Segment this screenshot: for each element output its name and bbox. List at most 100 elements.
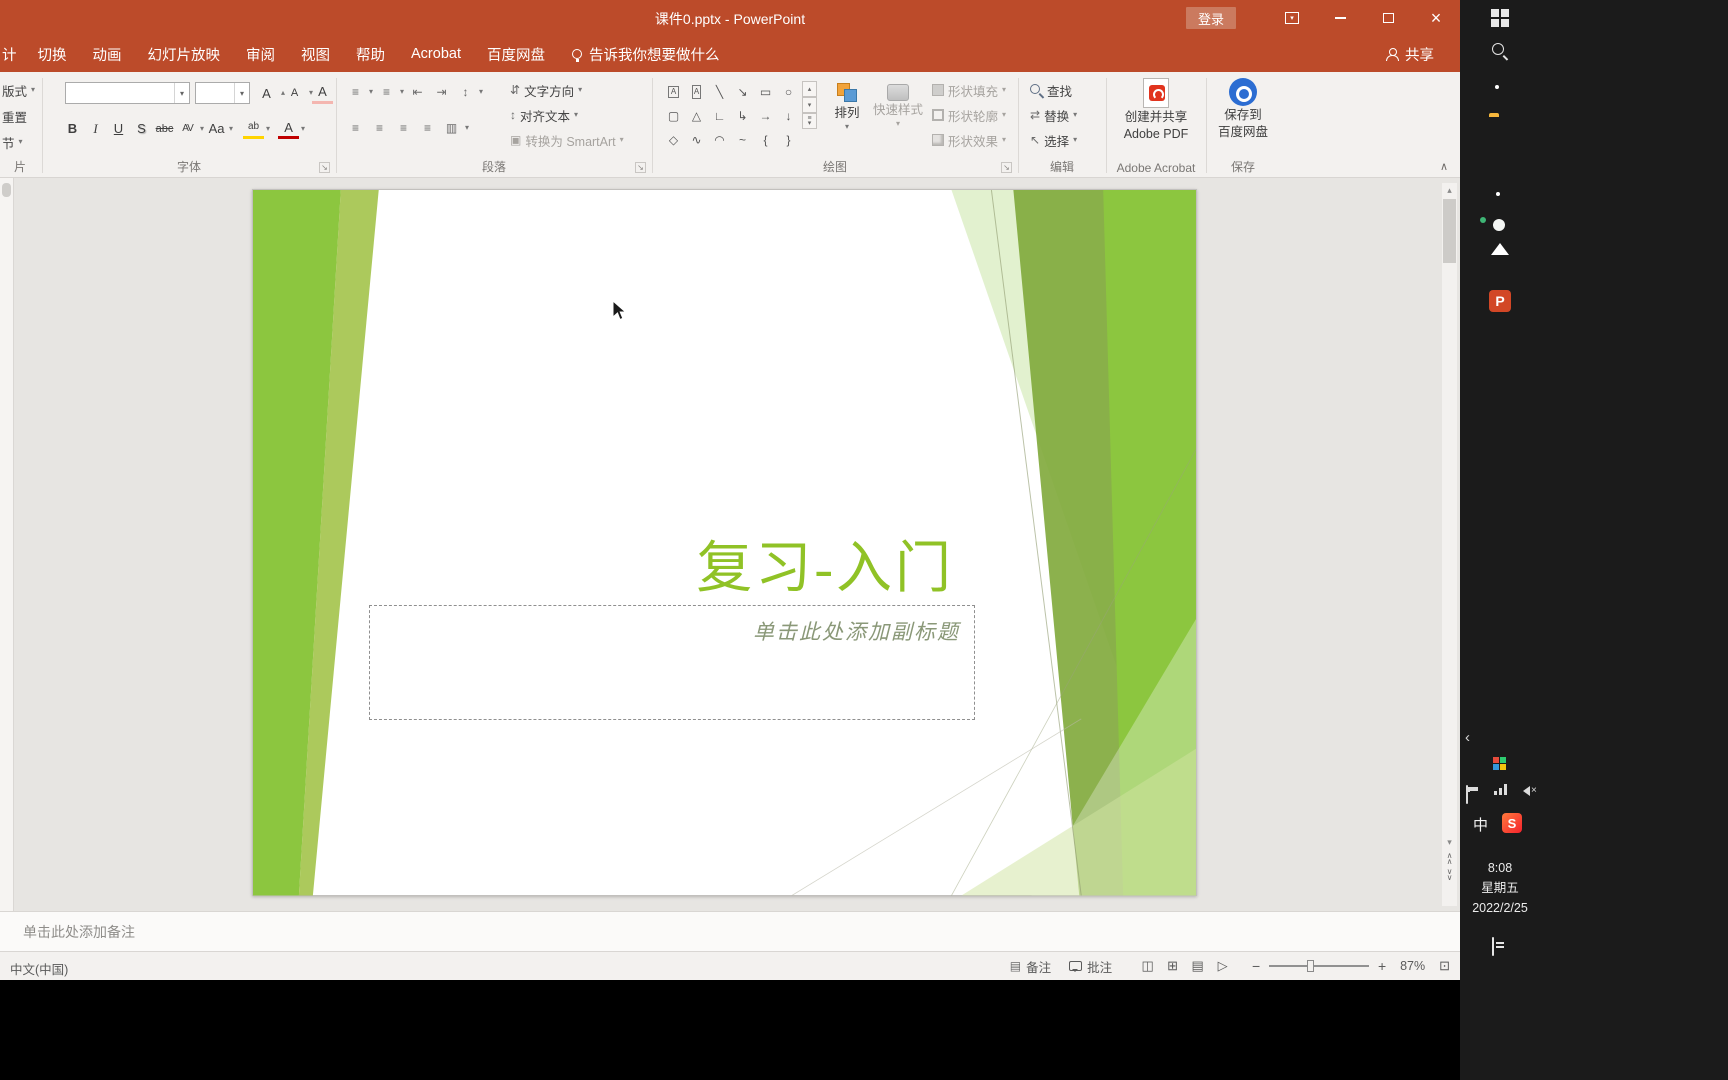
shape-rounded-rectangle[interactable]: ▢ [662,104,685,128]
align-left-button[interactable]: ≡ [345,117,366,138]
close-button[interactable]: × [1412,0,1460,36]
italic-button[interactable]: I [85,118,106,139]
bold-button[interactable]: B [62,118,83,139]
clear-formatting-button[interactable]: A [312,83,333,104]
tab-animations[interactable]: 动画 [80,36,135,72]
notes-toggle-button[interactable]: ▤ 备注 [1001,957,1060,976]
taskbar-powerpoint-button[interactable]: P [1489,290,1511,312]
quick-styles-button[interactable]: 快速样式 ▾ [870,80,926,128]
tray-battery-indicator[interactable] [1466,785,1468,804]
arrange-button[interactable]: 排列 ▾ [824,80,870,131]
strikethrough-button[interactable]: abc [154,118,175,139]
shape-right-brace[interactable]: } [777,128,800,152]
create-share-pdf-button[interactable]: 创建并共享 Adobe PDF [1112,78,1200,142]
shape-arc[interactable]: ◠ [708,128,731,152]
start-button[interactable] [1491,9,1509,27]
decrease-indent-button[interactable]: ⇤ [407,81,428,102]
font-size-combobox[interactable]: ▾ [195,82,250,104]
maximize-button[interactable] [1364,0,1412,36]
underline-button[interactable]: U [108,118,129,139]
shape-right-arrow[interactable]: → [754,104,777,128]
thumbnail-pane-edge[interactable] [0,178,14,911]
scroll-down-button[interactable]: ▾ [1442,835,1457,849]
previous-slide-button[interactable]: ∧ ∧ [1447,852,1453,866]
reading-view-button[interactable]: ▤ [1185,952,1210,980]
select-button[interactable]: ↖ 选择 ▾ [1030,130,1077,150]
taskbar-clock[interactable]: 8:08 星期五 2022/2/25 [1460,858,1540,918]
save-to-baidu-button[interactable]: 保存到 百度网盘 [1211,78,1275,140]
layout-button[interactable]: 版式 ▾ [2,80,35,100]
font-dialog-launcher[interactable]: ↘ [319,162,330,173]
share-button[interactable]: 共享 [1385,36,1434,72]
grow-font-button[interactable]: A ▴ [256,83,285,103]
tray-volume-muted[interactable]: × [1518,785,1537,796]
line-spacing-button[interactable]: ↕ [455,81,476,102]
minimize-button[interactable] [1316,0,1364,36]
dropdown-icon[interactable]: ▾ [234,83,249,103]
text-direction-button[interactable]: ⇵ 文字方向 ▾ [510,80,582,100]
language-indicator[interactable]: 中文(中国) [10,959,68,978]
fit-slide-to-window-button[interactable]: ⊡ [1439,958,1450,974]
tab-view[interactable]: 视图 [288,36,343,72]
tray-network-indicator[interactable] [1494,784,1507,795]
comments-toggle-button[interactable]: 批注 [1060,957,1121,976]
scrollbar-thumb[interactable] [1443,199,1456,263]
collapse-ribbon-button[interactable]: ∧ [1440,160,1448,173]
font-name-combobox[interactable]: ▾ [65,82,190,104]
slide-sorter-view-button[interactable]: ⊞ [1160,952,1185,980]
find-button[interactable]: 查找 [1030,80,1072,100]
reset-button[interactable]: 重置 [2,106,27,126]
shape-arrow-line[interactable]: ↘ [731,80,754,104]
tell-me-box[interactable]: 告诉我你想要做什么 [558,44,734,65]
sign-in-button[interactable]: 登录 [1185,7,1236,29]
zoom-in-button[interactable]: + [1373,952,1391,980]
text-shadow-button[interactable]: S [131,118,152,139]
font-color-button[interactable]: A [278,118,300,139]
shapes-gallery-more-button[interactable]: ≡ ▾ [802,113,817,129]
shape-left-brace[interactable]: { [754,128,777,152]
shapes-gallery-down-button[interactable]: ▾ [802,97,817,113]
numbering-button[interactable]: ≡ [376,81,397,102]
shape-rectangle[interactable]: ▭ [754,80,777,104]
zoom-level[interactable]: 87% [1391,959,1429,973]
shape-effects-button[interactable]: 形状效果 ▾ [932,130,1006,150]
columns-button[interactable]: ▥ [441,117,462,138]
zoom-slider-thumb[interactable] [1307,960,1315,972]
tab-design-partial[interactable]: 计 [0,36,25,72]
shape-textbox-horizontal[interactable]: A [662,80,685,104]
shrink-font-button[interactable]: A ▾ [284,83,313,103]
tab-transitions[interactable]: 切换 [25,36,80,72]
shape-outline-button[interactable]: 形状轮廓 ▾ [932,105,1006,125]
slideshow-view-button[interactable]: ▷ [1210,952,1235,980]
taskbar-search-button[interactable] [1492,43,1508,64]
convert-smartart-button[interactable]: ▣ 转换为 SmartArt ▾ [510,130,624,150]
dropdown-icon[interactable]: ▾ [174,83,189,103]
thumbnail-scrollbar-thumb[interactable] [2,183,11,197]
sogou-ime-button[interactable]: S [1502,813,1522,833]
zoom-out-button[interactable]: − [1247,952,1265,980]
normal-view-button[interactable]: ◫ [1135,952,1160,980]
change-case-button[interactable]: Aa [206,118,227,139]
zoom-slider-track[interactable] [1269,960,1370,972]
tab-slideshow[interactable]: 幻灯片放映 [135,36,234,72]
shape-freeform[interactable]: ◇ [662,128,685,152]
ribbon-display-options-button[interactable]: ▾ [1268,0,1316,36]
action-center-button[interactable] [1492,937,1494,956]
subtitle-placeholder[interactable]: 单击此处添加副标题 [369,605,975,720]
shape-textbox-vertical[interactable]: A [685,80,708,104]
scroll-up-button[interactable]: ▴ [1442,183,1457,197]
tab-baidu-netdisk[interactable]: 百度网盘 [474,36,558,72]
shape-elbow-connector[interactable]: ∟ [708,104,731,128]
text-highlight-button[interactable]: ab [243,118,265,139]
bullets-button[interactable]: ≡ [345,81,366,102]
vertical-scrollbar[interactable]: ▴ ▾ ∧ ∧ ∨ ∨ [1442,183,1457,906]
notes-pane[interactable]: 单击此处添加备注 [0,911,1460,951]
shape-fill-button[interactable]: 形状填充 ▾ [932,80,1006,100]
shape-curve[interactable]: ~ [731,128,754,152]
shape-elbow-arrow[interactable]: ↳ [731,104,754,128]
increase-indent-button[interactable]: ⇥ [431,81,452,102]
paragraph-dialog-launcher[interactable]: ↘ [635,162,646,173]
tray-expand-chevron[interactable]: ‹ [1465,729,1470,746]
align-right-button[interactable]: ≡ [393,117,414,138]
section-button[interactable]: 节 ▾ [2,132,23,152]
